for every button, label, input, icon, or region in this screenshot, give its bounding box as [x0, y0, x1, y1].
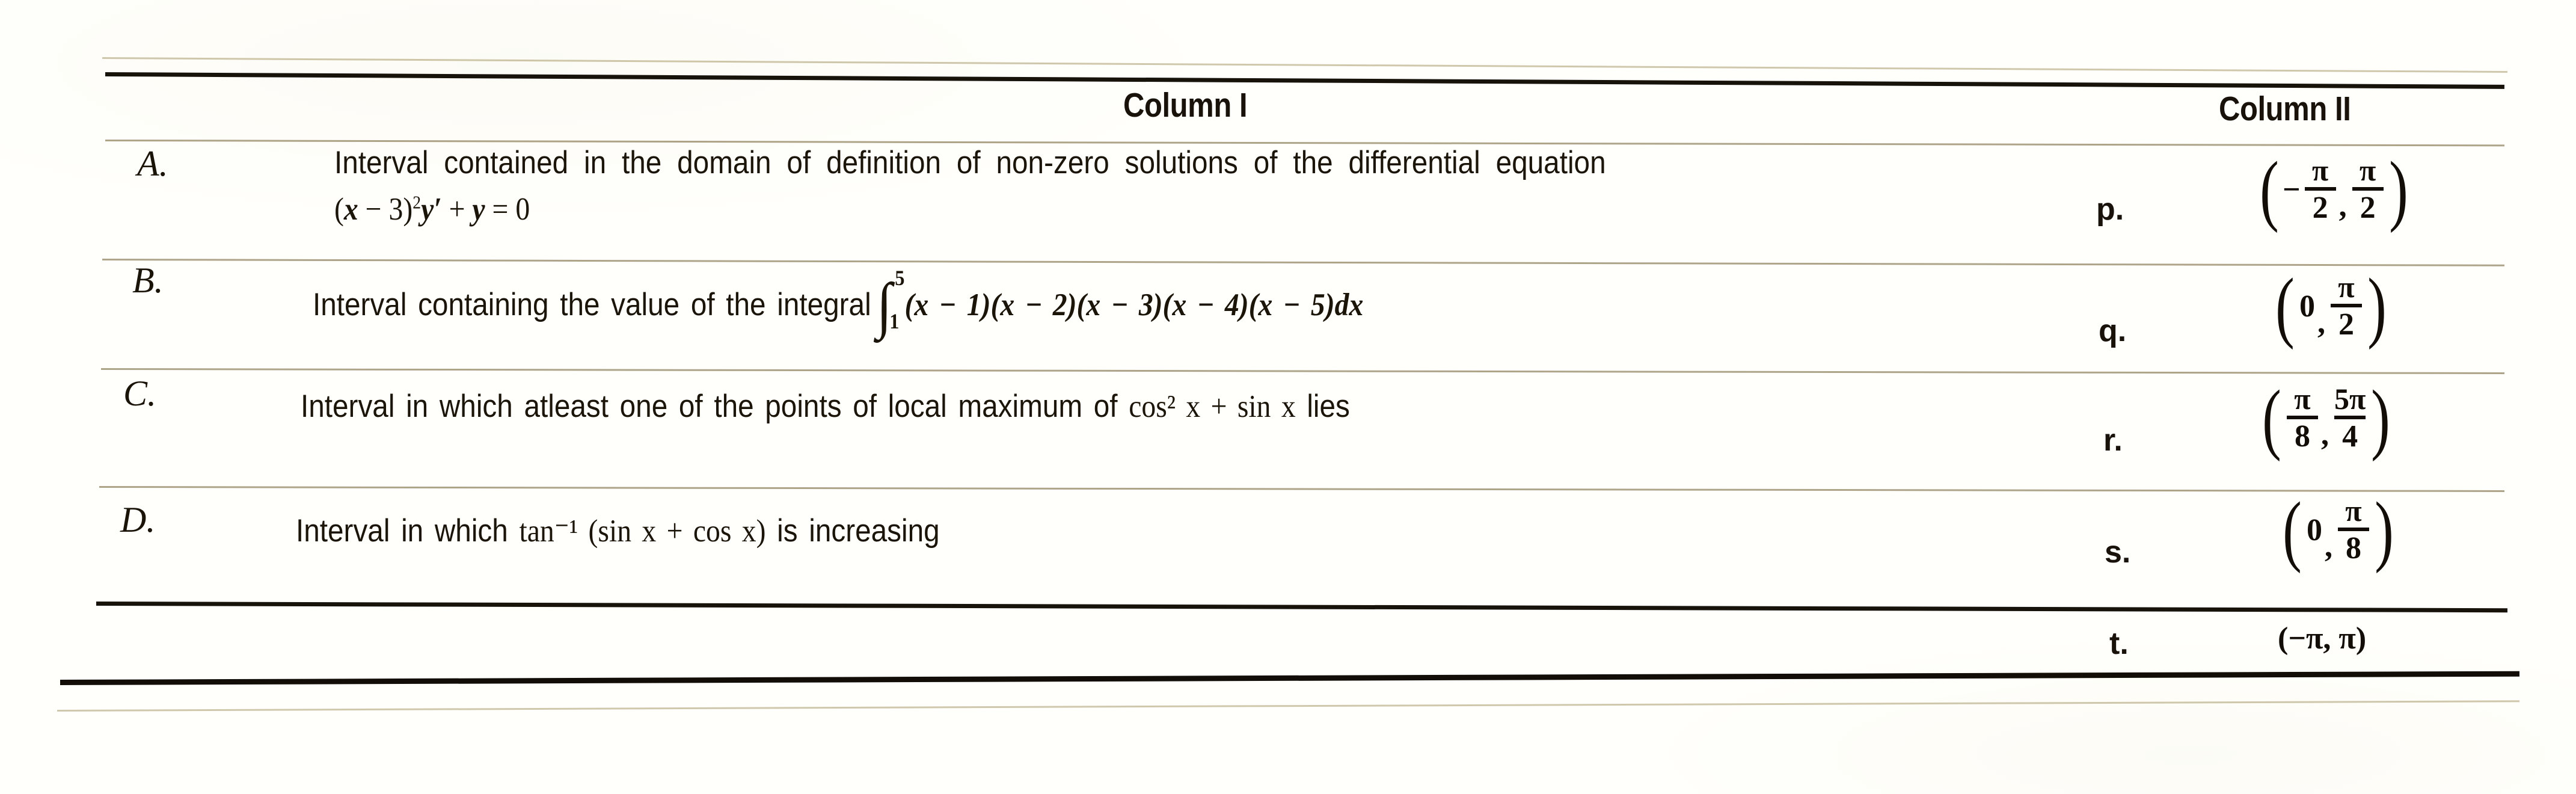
paren-open-icon: ( — [2260, 144, 2279, 233]
option-label-q: q. — [2099, 313, 2127, 348]
column-one-header: Column I — [1123, 86, 1248, 125]
integral-lower-limit: 1 — [889, 309, 900, 333]
equation-close-paren: ) — [403, 192, 413, 227]
option-p-left-sign: − — [2282, 172, 2301, 207]
option-r-right-denominator: 4 — [2342, 419, 2358, 454]
option-r-right-numerator: 5π — [2334, 382, 2366, 416]
option-label-s: s. — [2105, 535, 2131, 570]
option-r-right-fraction: 5π 4 — [2332, 384, 2367, 452]
row-a-equation: (x − 3)2y′ + y = 0 — [334, 192, 530, 226]
row-b-integrand: (x − 1)(x − 2)(x − 3)(x − 4)(x − 5)dx — [904, 288, 1364, 322]
row-b-text-before: Interval containing the value of the int… — [313, 287, 871, 322]
interval-comma: , — [2317, 306, 2325, 340]
row-d-text-before: Interval in which — [296, 513, 508, 549]
paren-close-icon: ) — [2367, 261, 2387, 350]
row-label-d: D. — [120, 500, 156, 540]
row-c-statement: Interval in which atleast one of the poi… — [301, 390, 1350, 423]
equation-equals: = — [485, 192, 516, 227]
equation-y-prime: y′ — [421, 192, 442, 227]
row-d-top-rule — [99, 486, 2504, 492]
option-r-left-fraction: π 8 — [2285, 384, 2320, 452]
row-d-statement: Interval in which tan⁻¹ (sin x + cos x) … — [296, 514, 940, 548]
row-c-text-after: lies — [1307, 389, 1350, 424]
option-q-interval: ( 0 , π 2 ) — [2272, 261, 2390, 350]
paren-open-icon: ( — [2262, 373, 2281, 462]
option-q-right-denominator: 2 — [2338, 307, 2354, 342]
interval-comma: , — [2320, 417, 2329, 452]
option-q-right-fraction: π 2 — [2329, 272, 2364, 340]
paren-open-icon: ( — [2275, 261, 2295, 350]
row-b-top-rule — [102, 259, 2504, 266]
equation-zero: 0 — [515, 192, 530, 227]
equation-y: y — [472, 192, 485, 227]
row-label-a: A. — [137, 144, 168, 183]
option-s-left-value: 0 — [2306, 512, 2322, 547]
option-s-interval: ( 0 , π 8 ) — [2279, 485, 2397, 574]
integral-symbol: ∫ 5 1 — [877, 266, 905, 336]
option-p-right-numerator: π — [2359, 153, 2376, 187]
row-c-function: cos² x + sin x — [1129, 389, 1296, 424]
column-two-header: Column II — [2219, 90, 2351, 128]
equation-plus: + — [441, 192, 473, 227]
option-p-left-fraction: π 2 — [2303, 155, 2338, 224]
option-t-value: (−π, π) — [2278, 621, 2367, 656]
row-b-statement: Interval containing the value of the int… — [313, 266, 1364, 336]
equation-open-paren: ( — [334, 192, 344, 227]
interval-comma: , — [2338, 189, 2347, 223]
header-rule — [105, 72, 2504, 89]
interval-comma: , — [2324, 529, 2332, 564]
option-p-interval: ( − π 2 , π 2 ) — [2256, 144, 2412, 233]
equation-variable: x — [343, 192, 358, 227]
integral-upper-limit: 5 — [895, 266, 905, 290]
equation-exponent: 2 — [412, 192, 422, 213]
row-c-text-before: Interval in which atleast one of the poi… — [301, 389, 1118, 424]
option-q-left-value: 0 — [2299, 289, 2315, 324]
table-bottom-rule — [60, 671, 2519, 685]
option-t-top-rule — [96, 602, 2507, 613]
option-p-left-numerator: π — [2311, 153, 2329, 187]
option-s-right-numerator: π — [2345, 494, 2362, 528]
option-label-r: r. — [2103, 423, 2123, 458]
option-p-right-denominator: 2 — [2360, 191, 2376, 225]
row-label-b: B. — [132, 260, 164, 300]
option-s-right-fraction: π 8 — [2336, 496, 2371, 564]
paren-open-icon: ( — [2283, 485, 2302, 574]
row-label-c: C. — [123, 374, 157, 413]
row-d-function: tan⁻¹ (sin x + cos x) — [519, 514, 766, 549]
option-r-left-denominator: 8 — [2294, 419, 2310, 454]
paren-close-icon: ) — [2375, 485, 2394, 574]
option-p-left-denominator: 2 — [2312, 191, 2328, 225]
scanned-page: Column I Column II A. Interval contained… — [0, 0, 2576, 794]
paren-close-icon: ) — [2388, 144, 2408, 233]
row-d-text-after: is increasing — [777, 513, 940, 549]
option-label-p: p. — [2096, 192, 2124, 227]
option-label-t: t. — [2109, 626, 2129, 661]
equation-constant: 3 — [388, 192, 403, 227]
option-q-right-numerator: π — [2338, 270, 2355, 304]
option-t-interval: (−π, π) — [2278, 621, 2366, 656]
option-r-interval: ( π 8 , 5π 4 ) — [2259, 373, 2394, 462]
option-p-right-fraction: π 2 — [2351, 155, 2385, 224]
option-s-right-denominator: 8 — [2345, 531, 2361, 565]
paren-close-icon: ) — [2371, 373, 2391, 462]
row-a-statement-line1: Interval contained in the domain of defi… — [334, 145, 1606, 180]
equation-minus: − — [358, 192, 389, 227]
row-c-top-rule — [100, 368, 2504, 374]
option-r-left-numerator: π — [2294, 382, 2311, 416]
top-faint-rule — [102, 57, 2507, 73]
bottom-faint-rule — [57, 700, 2519, 712]
